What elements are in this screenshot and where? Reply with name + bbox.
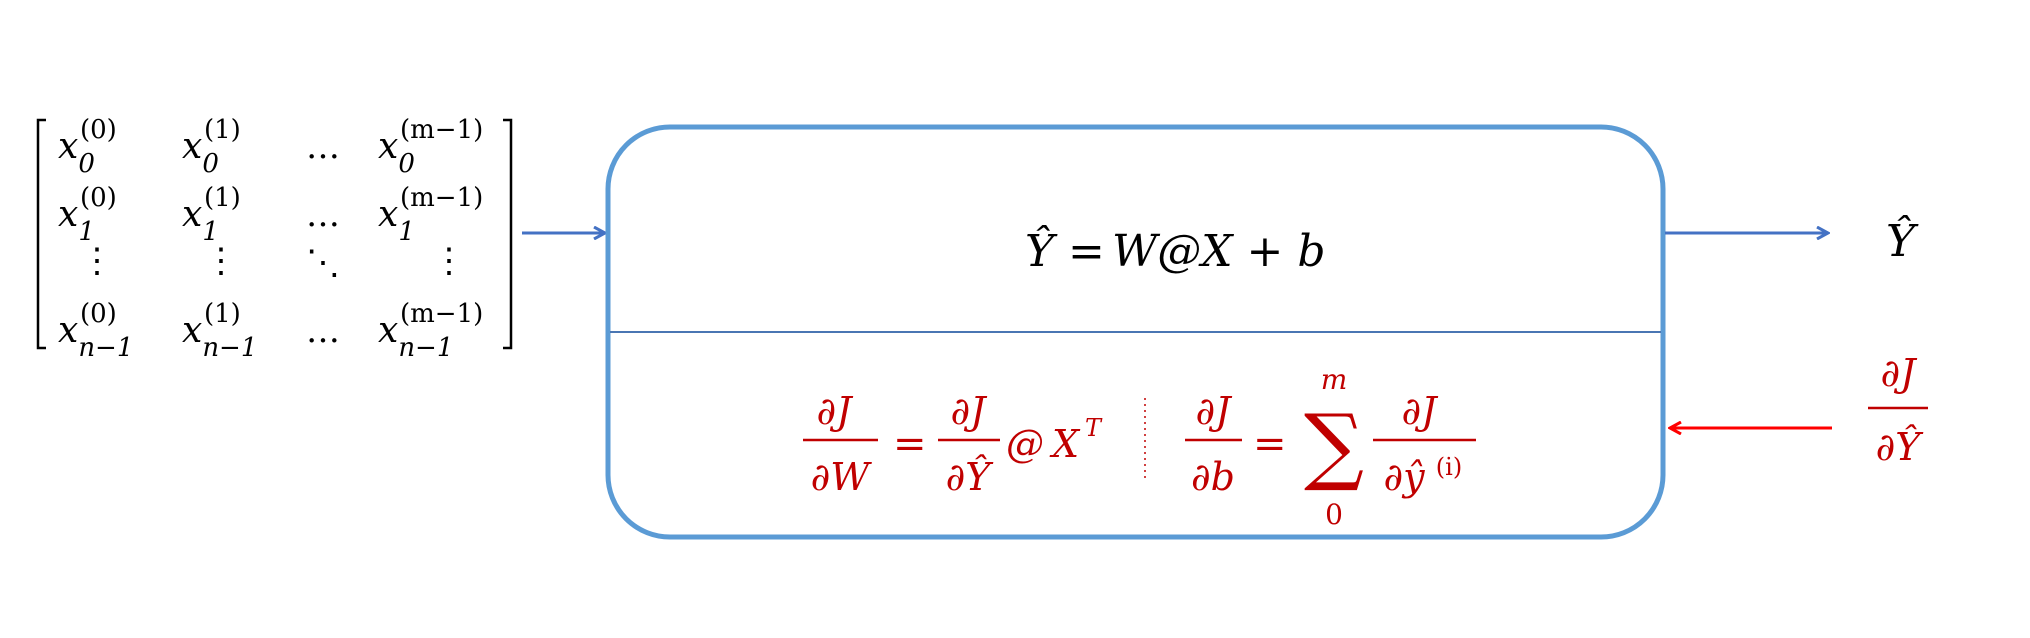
forward-equation: Ŷ = W@X + b — [1025, 224, 1326, 277]
svg-text:∂J: ∂J — [817, 389, 854, 433]
matrix-cell-superscript: (m−1) — [400, 115, 483, 145]
matrix-cell: … — [306, 311, 340, 351]
grad-sample-fraction: ∂J ∂ŷ (i) — [1373, 389, 1476, 499]
output-label: Ŷ — [1886, 214, 1919, 267]
svg-text:m: m — [1321, 363, 1348, 396]
grad-yhat-fraction: ∂J ∂Ŷ — [938, 389, 1000, 499]
grad-b-equals: = — [1253, 421, 1287, 467]
grad-w-equals: = — [893, 421, 927, 467]
matrix-cells: x0(0) x0(1)… x0(m−1)x1(0) x1(1)… x1(m−1)⋮ ⋮ ⋱ ⋮… — [58, 115, 483, 363]
forward-equals: = — [1068, 226, 1105, 277]
svg-text:∑: ∑ — [1304, 396, 1364, 494]
backward-equations: ∂J ∂W = ∂J ∂Ŷ @ X T ∂J ∂b = m ∑ 0 ∂J ∂ŷ … — [803, 363, 1476, 531]
matrix-cell-superscript: (0) — [80, 299, 117, 329]
summation: m ∑ 0 — [1304, 363, 1364, 531]
svg-text:T: T — [1085, 414, 1103, 442]
svg-text:∂J: ∂J — [1402, 389, 1439, 433]
matrix-cell: … — [306, 127, 340, 167]
svg-text:∂J: ∂J — [951, 389, 988, 433]
matrix-cell-superscript: (0) — [80, 115, 117, 145]
matmul-xt: @ X T — [1006, 414, 1103, 466]
svg-text:(i): (i) — [1436, 453, 1462, 481]
matrix-cell-superscript: (0) — [80, 183, 117, 213]
forward-rhs: W@X + b — [1112, 226, 1326, 277]
matrix-cell: ⋱ — [306, 243, 340, 283]
matrix-cell: ⋮ — [432, 241, 466, 281]
matrix-right-bracket — [503, 118, 513, 350]
matrix-cell-superscript: (m−1) — [400, 299, 483, 329]
svg-text:0: 0 — [1325, 498, 1343, 531]
input-matrix: x0(0) x0(1)… x0(m−1)x1(0) x1(1)… x1(m−1)⋮ ⋮ ⋱ ⋮… — [36, 115, 513, 363]
matrix-cell: ⋮ — [204, 241, 238, 281]
matrix-cell-superscript: (m−1) — [400, 183, 483, 213]
matrix-cell-superscript: (1) — [204, 299, 241, 329]
svg-text:∂J: ∂J — [1196, 389, 1233, 433]
svg-text:∂Ŷ: ∂Ŷ — [1876, 425, 1925, 469]
matrix-left-bracket — [36, 118, 46, 350]
svg-text:∂W: ∂W — [811, 455, 873, 499]
forward-lhs: Ŷ — [1025, 224, 1058, 277]
svg-text:∂J: ∂J — [1881, 351, 1918, 395]
grad-b-fraction: ∂J ∂b — [1185, 389, 1242, 499]
matrix-cell-superscript: (1) — [204, 115, 241, 145]
svg-text:@: @ — [1006, 422, 1044, 466]
grad-w-fraction: ∂J ∂W — [803, 389, 878, 499]
matrix-cell-superscript: (1) — [204, 183, 241, 213]
svg-text:X: X — [1049, 422, 1081, 466]
matrix-cell: ⋮ — [80, 241, 114, 281]
matrix-cell: … — [306, 195, 340, 235]
gradient-input: ∂J ∂Ŷ — [1868, 351, 1928, 469]
svg-text:∂Ŷ: ∂Ŷ — [946, 455, 995, 499]
svg-text:∂b: ∂b — [1191, 455, 1235, 499]
svg-text:∂ŷ: ∂ŷ — [1383, 455, 1425, 499]
forward-backward-diagram: x0(0) x0(1)… x0(m−1)x1(0) x1(1)… x1(m−1)⋮ ⋮ ⋱ ⋮… — [36, 115, 1928, 540]
